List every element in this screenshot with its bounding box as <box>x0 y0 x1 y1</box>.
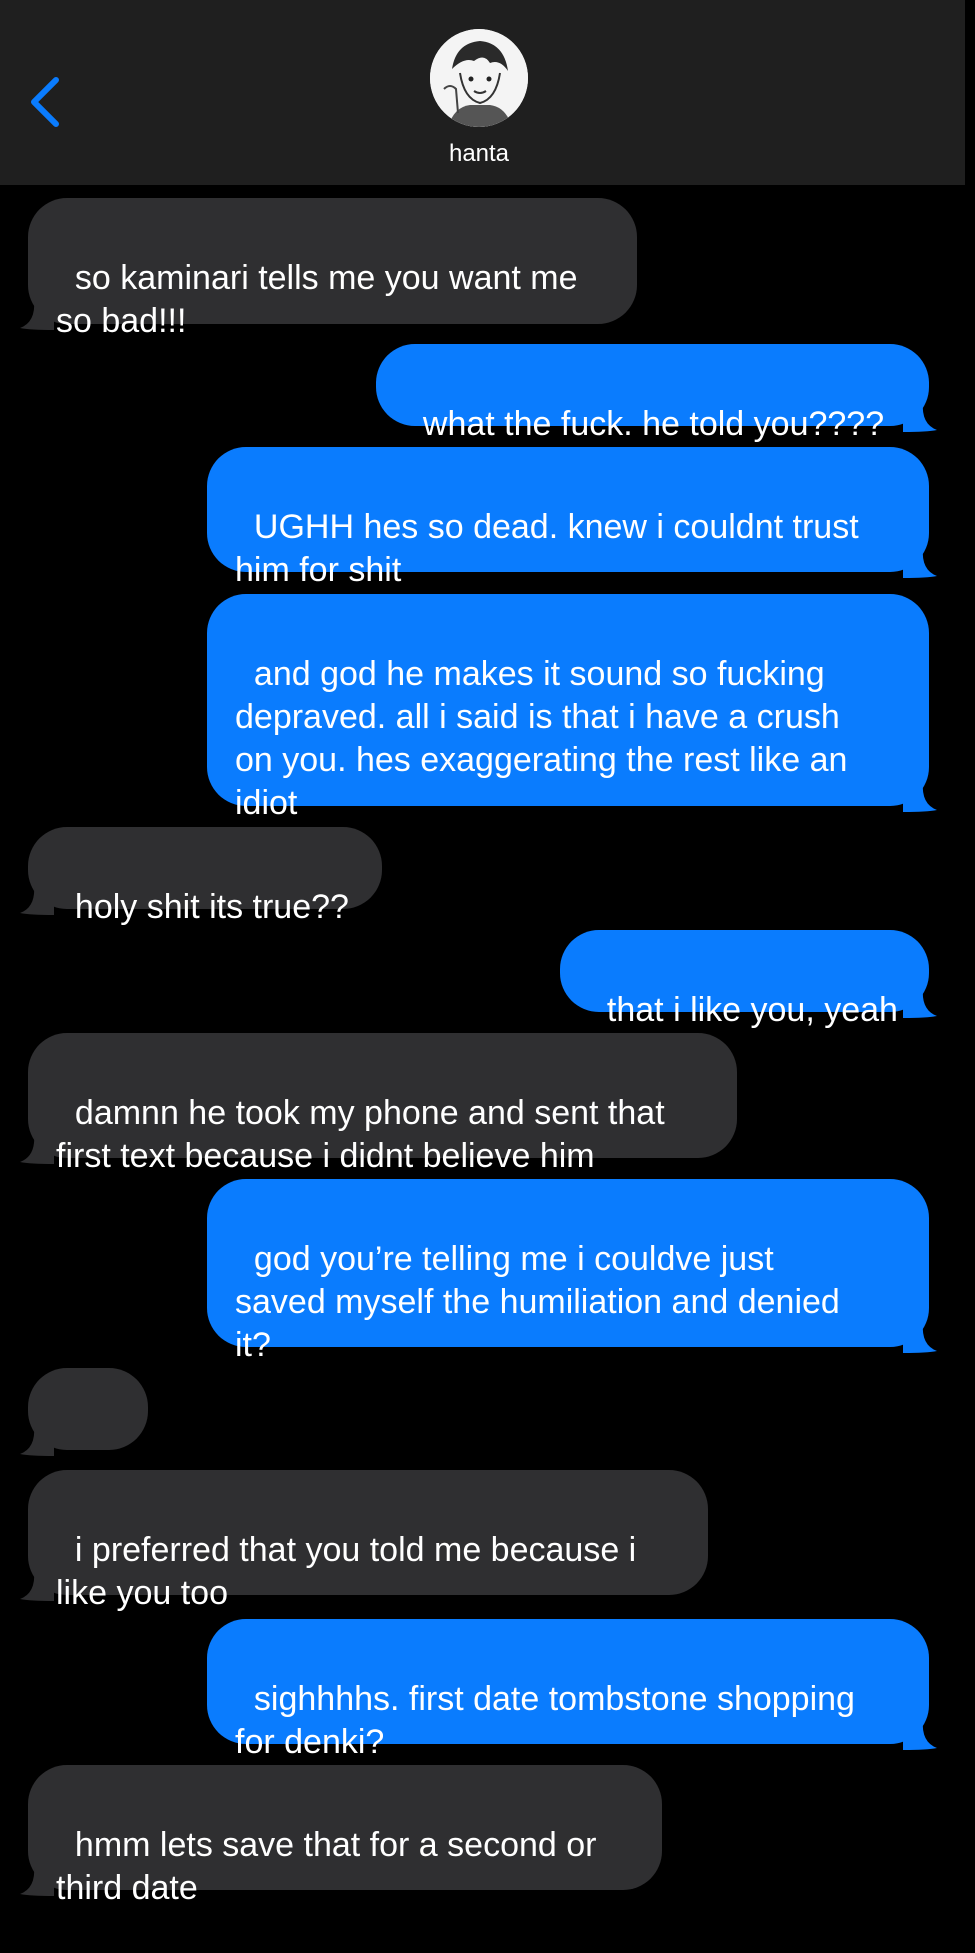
contact-avatar[interactable] <box>430 29 528 127</box>
message-text: that i like you, yeah <box>606 991 898 1029</box>
message-bubble-sent[interactable]: what the fuck. he told you???? <box>376 344 937 443</box>
message-bubble-sent[interactable]: god you’re telling me i couldve just sav… <box>207 1179 937 1364</box>
message-bubble-received[interactable]: holy shit its true?? <box>20 827 382 926</box>
bubble-tail-icon <box>903 988 937 1018</box>
message-text: sighhhhs. first date tombstone shopping … <box>235 1680 855 1761</box>
back-button[interactable] <box>26 72 66 132</box>
message-text: what the fuck. he told you???? <box>422 405 885 443</box>
bubble-tail-icon <box>20 1571 54 1601</box>
bubble-tail-icon <box>903 782 937 812</box>
bubble-tail-icon <box>20 300 54 330</box>
conversation-header: hanta <box>0 0 965 185</box>
message-bubble-sent[interactable]: and god he makes it sound so fucking dep… <box>207 594 937 822</box>
message-text: damnn he took my phone and sent that fir… <box>56 1094 665 1175</box>
bubble-tail-icon <box>903 1323 937 1353</box>
message-text: so kaminari tells me you want me so bad!… <box>56 259 578 340</box>
message-text: hmm lets save that for a second or third… <box>56 1826 597 1907</box>
message-text: i preferred that you told me because i l… <box>56 1531 637 1612</box>
bubble-tail-icon <box>20 1426 54 1456</box>
message-bubble-sent[interactable]: UGHH hes so dead. knew i couldnt trust h… <box>207 447 937 589</box>
message-text: and god he makes it sound so fucking dep… <box>235 655 848 822</box>
message-text: holy shit its true?? <box>74 888 349 926</box>
avatar-illustration-icon <box>430 29 528 127</box>
bubble-tail-icon <box>903 402 937 432</box>
message-bubble-received[interactable]: so kaminari tells me you want me so bad!… <box>20 198 637 340</box>
message-bubble-received[interactable]: damnn he took my phone and sent that fir… <box>20 1033 737 1175</box>
message-bubble-received[interactable]: i preferred that you told me because i l… <box>20 1470 708 1612</box>
message-bubble-sent[interactable]: sighhhhs. first date tombstone shopping … <box>207 1619 937 1761</box>
bubble-tail-icon <box>20 1134 54 1164</box>
bubble-tail-icon <box>903 1720 937 1750</box>
bubble-tail-icon <box>20 885 54 915</box>
message-bubble-received[interactable]: hmm lets save that for a second or third… <box>20 1765 662 1907</box>
message-text: UGHH hes so dead. knew i couldnt trust h… <box>235 508 859 589</box>
message-bubble-received[interactable]: well <box>20 1368 148 1510</box>
message-bubble-sent[interactable]: that i like you, yeah <box>560 930 937 1029</box>
contact-name[interactable]: hanta <box>0 140 958 168</box>
bubble-tail-icon <box>903 548 937 578</box>
bubble-tail-icon <box>20 1866 54 1896</box>
chevron-left-icon <box>31 77 59 127</box>
message-text: god you’re telling me i couldve just sav… <box>235 1240 840 1364</box>
